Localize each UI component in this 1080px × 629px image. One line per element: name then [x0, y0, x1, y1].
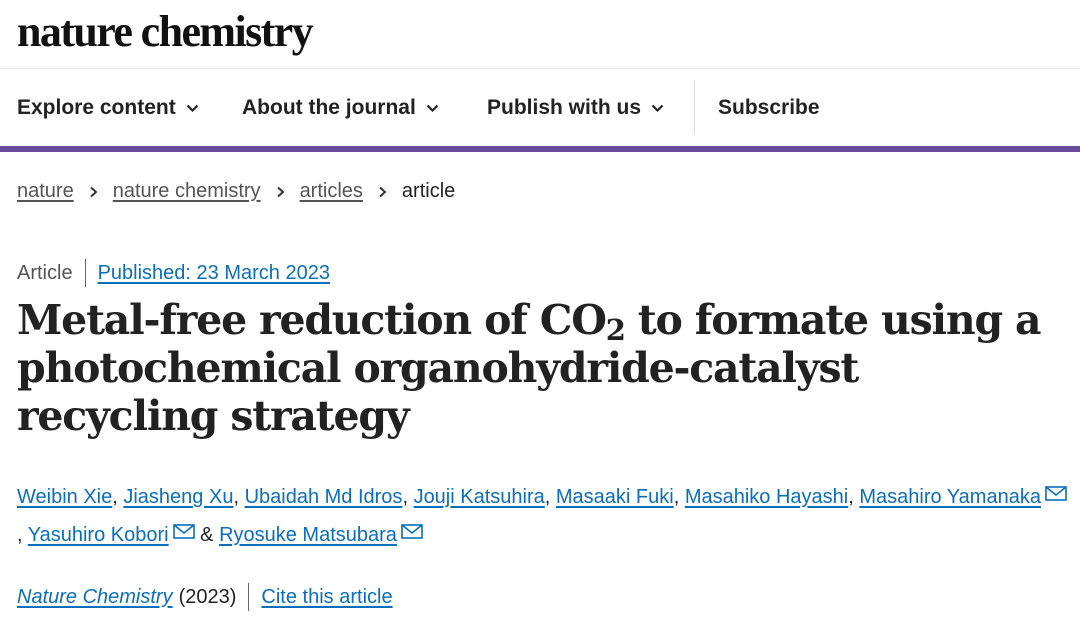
header-divider: [0, 68, 1080, 69]
nav-publish-with-us[interactable]: Publish with us: [487, 70, 664, 146]
author-link[interactable]: Yasuhiro Kobori: [28, 524, 169, 546]
nav-item-label: About the journal: [242, 96, 416, 119]
nav-about-journal[interactable]: About the journal: [242, 70, 439, 146]
mail-icon[interactable]: [1045, 486, 1067, 501]
mail-icon[interactable]: [172, 524, 195, 539]
chevron-right-icon: [90, 186, 98, 197]
author-link[interactable]: Ubaidah Md Idros: [245, 486, 403, 508]
chevron-right-icon: [276, 186, 285, 197]
chevron-down-icon: [426, 104, 439, 112]
author-ampersand: &: [200, 524, 214, 546]
article-title: Metal-free reduction of CO2 to formate u…: [17, 296, 1067, 440]
subscribe-label: Subscribe: [718, 96, 820, 119]
author-separator: ,: [112, 486, 118, 508]
nav-explore-content[interactable]: Explore content: [17, 70, 199, 146]
nav-item-label: Publish with us: [487, 96, 642, 119]
journal-name-link[interactable]: Nature Chemistry: [17, 586, 173, 609]
meta-divider: [84, 259, 86, 287]
author-link[interactable]: Ryosuke Matsubara: [219, 524, 397, 546]
publication-year: (2023): [178, 585, 237, 608]
main-nav: Explore content About the journal Publis…: [0, 70, 1080, 146]
author-separator: ,: [402, 486, 408, 508]
author-separator: ,: [673, 486, 680, 508]
breadcrumb-articles[interactable]: articles: [300, 180, 363, 203]
author-separator: ,: [17, 524, 23, 546]
author-link[interactable]: Jouji Katsuhira: [414, 486, 545, 508]
author-link[interactable]: Weibin Xie: [17, 486, 112, 508]
accent-bar: [0, 146, 1080, 152]
nav-item-label: Explore content: [17, 96, 176, 119]
site-logo[interactable]: nature chemistry: [17, 6, 314, 57]
published-date-link[interactable]: Published: 23 March 2023: [98, 262, 330, 285]
article-meta: Article Published: 23 March 2023: [17, 259, 330, 287]
title-text-part1: Metal-free reduction of CO: [17, 296, 607, 344]
author-separator: ,: [233, 486, 239, 508]
meta-divider: [248, 583, 250, 611]
breadcrumb-current: article: [401, 180, 456, 202]
author-list: Weibin Xie, Jiasheng Xu, Ubaidah Md Idro…: [17, 478, 1067, 554]
author-link[interactable]: Masaaki Fuki: [556, 486, 674, 508]
author-link[interactable]: Jiasheng Xu: [123, 486, 233, 508]
mail-icon[interactable]: [401, 524, 423, 539]
author-separator: ,: [848, 486, 854, 508]
author-separator: ,: [544, 486, 551, 508]
cite-article-link[interactable]: Cite this article: [261, 586, 392, 609]
subscribe-link[interactable]: Subscribe: [718, 70, 820, 146]
title-subscript: 2: [605, 313, 626, 347]
chevron-down-icon: [651, 104, 664, 112]
journal-info: Nature Chemistry (2023) Cite this articl…: [17, 583, 393, 611]
breadcrumb-nature-chemistry[interactable]: nature chemistry: [113, 180, 261, 203]
chevron-down-icon: [186, 104, 198, 112]
author-link[interactable]: Masahiro Yamanaka: [859, 486, 1041, 508]
breadcrumb: nature nature chemistry articles article: [17, 180, 455, 203]
author-link[interactable]: Masahiko Hayashi: [685, 486, 848, 508]
nav-divider: [694, 80, 695, 134]
article-type: Article: [17, 261, 73, 284]
chevron-right-icon: [379, 186, 387, 197]
breadcrumb-nature[interactable]: nature: [17, 180, 74, 203]
